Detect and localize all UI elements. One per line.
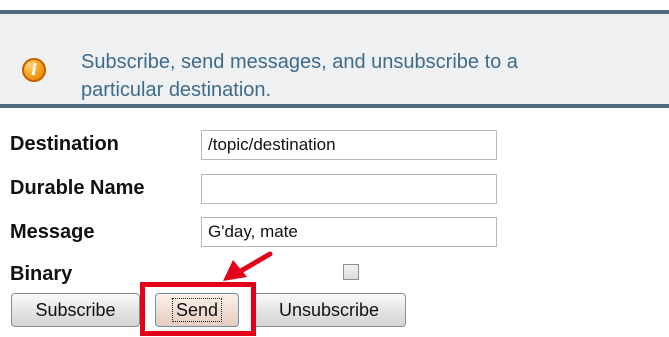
callout-arrow (223, 251, 273, 281)
callout-arrow-shaft (236, 251, 273, 275)
